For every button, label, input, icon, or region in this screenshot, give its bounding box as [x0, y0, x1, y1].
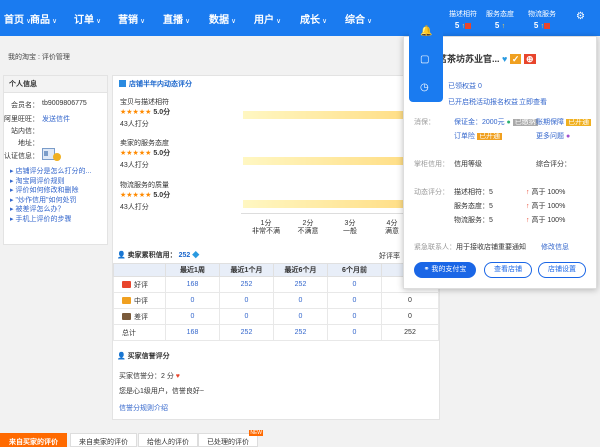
nav-item-home[interactable]: 首页 ∨: [4, 11, 31, 26]
claims-row: 账期保障 已开通: [536, 119, 591, 126]
emergency-contact-text: 用于接收店铺重要通知: [456, 244, 526, 251]
nav-item-general[interactable]: 综合 ∨: [345, 11, 372, 26]
promo-text[interactable]: 已开启税活动报名权益: [448, 97, 518, 107]
overall-score-label: 综合评分：: [536, 161, 571, 168]
clock-icon[interactable]: ◷: [420, 82, 429, 93]
seller-credit-table: 最近1周 最近1个月 最近6个月 6个月前 好评 168 252 252 0 中…: [113, 263, 439, 341]
dynamic-service: 服务态度：5: [454, 203, 493, 210]
new-badge: NEW: [249, 430, 263, 436]
seller-credit-title: 👤 卖家累积信用： 252 ◆: [117, 252, 200, 259]
table-row: 差评 0 0 0 0 0: [113, 308, 439, 325]
rating-service: 卖家的服务态度 ★★★★★ 5.0分 43人打分: [120, 140, 171, 169]
breadcrumb: 我的淘宝 : 评价管理: [8, 54, 70, 61]
credit-rules-link[interactable]: 信誉分规则介绍: [119, 403, 168, 413]
bell-icon[interactable]: 🔔: [420, 26, 432, 37]
table-row: 总计 168 252 252 0 252: [113, 324, 439, 341]
nav-item-data[interactable]: 数据 ∨: [209, 11, 236, 26]
help-link[interactable]: ▸ 淘宝网评价规则: [10, 177, 91, 187]
personal-info-title: 个人信息: [4, 76, 107, 93]
view-shop-button[interactable]: 查看店铺: [484, 262, 532, 278]
message-icon[interactable]: ▢: [420, 54, 429, 65]
rating-logistics: 物流服务的质量 ★★★★★ 5.0分 43人打分: [120, 182, 171, 211]
nav-item-orders[interactable]: 订单 ∨: [74, 11, 101, 26]
rating-description: 宝贝与描述相符 ★★★★★ 5.0分 43人打分: [120, 99, 171, 128]
deposit-row: 保证金：2000元 ● 已缴纳: [454, 119, 538, 126]
help-links: ▸ 店铺评分是怎么打分的... ▸ 淘宝网评价规则 ▸ 评价如何修改和删除 ▸ …: [10, 167, 91, 224]
user-icon: 👤: [117, 353, 126, 360]
table-row: 好评 168 252 252 0: [113, 276, 439, 293]
tab-from-sellers[interactable]: 来自卖家的评价: [70, 433, 137, 447]
stat-logistics: 物流服务 5 ↑: [528, 11, 556, 30]
help-link[interactable]: ▸ 手机上评价的步骤: [10, 215, 91, 225]
dynamic-description: 描述相符：5: [454, 189, 493, 196]
good-rating-icon: [122, 280, 131, 288]
tab-from-buyers[interactable]: 来自买家的评价: [0, 433, 67, 447]
help-link[interactable]: ▸ 店铺评分是怎么打分的...: [10, 167, 91, 177]
chart-icon: [119, 80, 126, 87]
scale-label-1: 1分 非常不满: [252, 220, 280, 235]
buyer-score-text: 买家信誉分：2 分 ♥: [119, 373, 180, 380]
personal-info-panel: 个人信息 会员名： tb9009806775 阿里旺旺： 发送信件 站内信： 地…: [3, 75, 108, 245]
table-header-row: 最近1周 最近1个月 最近6个月 6个月前: [113, 263, 439, 277]
dynamic-logistics-rate: ↑ 高于 100%: [526, 217, 566, 224]
dynamic-service-rate: ↑ 高于 100%: [526, 203, 566, 210]
dynamic-logistics: 物流服务：5: [454, 217, 493, 224]
diamond-icon: ◆: [192, 252, 200, 259]
half-year-rating-title: 店铺半年内动态评分: [119, 79, 192, 89]
scale-label-2: 2分 不满意: [297, 220, 319, 235]
check-icon: ●: [506, 119, 511, 126]
bad-rating-icon: [122, 312, 131, 320]
nav-item-growth[interactable]: 成长 ∨: [300, 11, 327, 26]
nav-item-users[interactable]: 用户 ∨: [254, 11, 281, 26]
help-link[interactable]: ▸ 被差评怎么办？: [10, 205, 91, 215]
scale-label-3: 3分 一般: [343, 220, 357, 235]
top-navigation-bar: 首页 ∨ 商品 ∨ 订单 ∨ 营销 ∨ 直播 ∨ 数据 ∨ 用户 ∨ 成长 ∨ 综合 ∨ 描述相符…: [0, 0, 600, 36]
credit-level: 信用等级: [454, 161, 482, 168]
shop-settings-button[interactable]: 店铺设置: [538, 262, 586, 278]
user-icon: 👤: [117, 252, 126, 259]
certification-badge-icon: [42, 148, 62, 164]
badge-icon: ✓: [509, 54, 522, 64]
dynamic-rating-label: 动态评分：: [414, 189, 449, 196]
buyer-level-text: 您是心1级用户，信誉良好~: [119, 388, 204, 395]
shop-name: 茗茶坊苏业官... ♥ ✓ ⊕: [438, 54, 536, 64]
table-row: 中评 0 0 0 0 0: [113, 292, 439, 309]
shop-benefit-link[interactable]: 已领权益 0: [448, 81, 482, 91]
settings-gear-icon[interactable]: ⚙: [576, 11, 585, 22]
flag-icon: [465, 22, 472, 29]
buyer-credit-title: 👤 买家信誉评分: [117, 353, 170, 360]
tab-processed[interactable]: 已处理的评价 NEW: [198, 430, 263, 447]
help-link[interactable]: ▸ 评价如何修改和删除: [10, 186, 91, 196]
view-now-link[interactable]: 立即查看: [519, 97, 547, 107]
dynamic-description-rate: ↑ 高于 100%: [526, 189, 566, 196]
more-questions-row[interactable]: 更多问题 ●: [536, 131, 570, 141]
send-message-link[interactable]: 发送信件: [42, 114, 70, 124]
heart-icon: ♥: [502, 54, 508, 64]
order-insurance-row: 订单险 已开通: [454, 133, 502, 140]
help-link[interactable]: ▸ "炒作信用"如何处罚: [10, 196, 91, 206]
badge-icon: ⊕: [523, 54, 536, 64]
flag-icon: [544, 22, 551, 29]
tab-to-others[interactable]: 给他人的评价: [138, 433, 198, 447]
stat-service: 服务态度 5 ↑: [486, 11, 514, 30]
praise-rate-label: 好评率: [379, 253, 400, 260]
edit-info-link[interactable]: 修改信息: [541, 242, 569, 252]
rating-main-panel: 店铺半年内动态评分 宝贝与描述相符 ★★★★★ 5.0分 43人打分 卖家的服务态…: [112, 75, 440, 420]
consumer-protection-label: 消保：: [414, 119, 435, 126]
nav-item-products[interactable]: 商品 ∨: [30, 11, 57, 26]
floating-tool-panel: 🔔 ▢ ◷: [409, 20, 443, 102]
my-alipay-button[interactable]: ⚭ 我的支付宝: [414, 262, 476, 278]
question-icon: ●: [565, 133, 571, 140]
nav-item-live[interactable]: 直播 ∨: [163, 11, 190, 26]
emergency-contact-label: 紧急联系人：: [414, 244, 456, 251]
shop-credit-label: 掌柜信用：: [414, 161, 449, 168]
heart-icon: ♥: [175, 373, 180, 380]
nav-item-marketing[interactable]: 营销 ∨: [118, 11, 145, 26]
alipay-icon: ⚭: [423, 266, 430, 273]
neutral-rating-icon: [122, 296, 131, 304]
